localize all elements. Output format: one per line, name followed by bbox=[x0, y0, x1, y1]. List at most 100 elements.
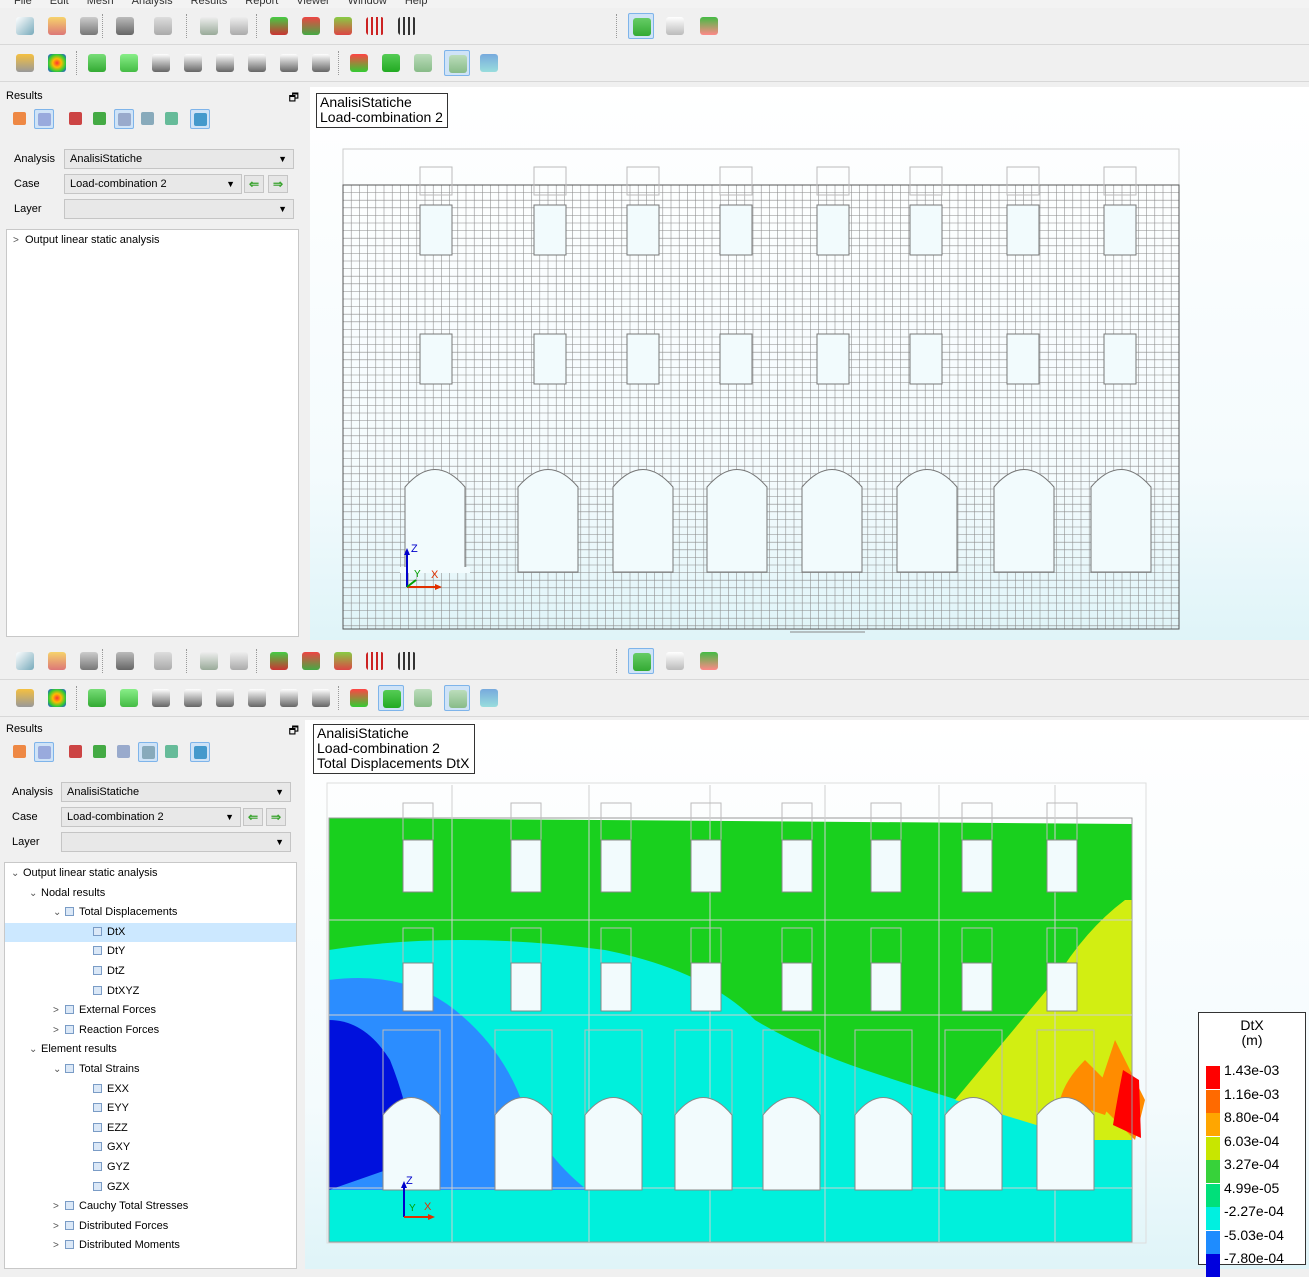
tree-item[interactable]: GXY bbox=[5, 1138, 296, 1157]
filter-button[interactable] bbox=[34, 742, 54, 762]
grid-button[interactable] bbox=[162, 109, 182, 129]
box-5-button[interactable] bbox=[276, 685, 302, 711]
tree-item[interactable]: DtX bbox=[5, 922, 296, 942]
mesh-solid-button[interactable] bbox=[266, 13, 292, 39]
add-page-button[interactable] bbox=[196, 648, 222, 674]
view-front-button[interactable] bbox=[84, 50, 110, 76]
tree-item[interactable]: GYZ bbox=[5, 1158, 296, 1177]
tree-item[interactable]: > Cauchy Total Stresses bbox=[5, 1197, 296, 1216]
chevron-right-icon[interactable]: > bbox=[53, 1197, 65, 1216]
tree-item[interactable]: EZZ bbox=[5, 1119, 296, 1138]
redo-button[interactable] bbox=[150, 648, 176, 674]
deformed-button[interactable] bbox=[66, 109, 86, 129]
plane-2-button[interactable] bbox=[444, 50, 470, 76]
box-1-button[interactable] bbox=[148, 685, 174, 711]
next-case-button[interactable]: ⇒ bbox=[266, 808, 286, 826]
tree-item[interactable]: EXX bbox=[5, 1080, 296, 1099]
layer-select[interactable]: ▼ bbox=[61, 832, 291, 852]
menu-viewer[interactable]: Viewer bbox=[296, 0, 329, 7]
copy-page-button[interactable] bbox=[226, 13, 252, 39]
box-5-button[interactable] bbox=[276, 50, 302, 76]
menu-file[interactable]: File bbox=[14, 0, 32, 7]
chevron-right-icon[interactable]: > bbox=[53, 1001, 65, 1020]
save-button[interactable] bbox=[76, 648, 102, 674]
save-button[interactable] bbox=[76, 13, 102, 39]
outline-button[interactable] bbox=[138, 109, 158, 129]
menu-edit[interactable]: Edit bbox=[50, 0, 69, 7]
menu-analysis[interactable]: Analysis bbox=[132, 0, 173, 7]
select-polygon-button[interactable] bbox=[662, 648, 688, 674]
deformed-button[interactable] bbox=[66, 742, 86, 762]
mesh-color-button[interactable] bbox=[330, 13, 356, 39]
tree-item[interactable]: ⌄ Total Strains bbox=[5, 1060, 296, 1079]
new-file-button[interactable] bbox=[12, 648, 38, 674]
view-front-button[interactable] bbox=[84, 685, 110, 711]
tree-item[interactable]: ⌄ Nodal results bbox=[5, 884, 296, 903]
next-case-button[interactable]: ⇒ bbox=[268, 175, 288, 193]
chevron-down-icon[interactable]: ⌄ bbox=[29, 884, 41, 903]
mesh-color-button[interactable] bbox=[330, 648, 356, 674]
tree-item[interactable]: ⌄ Element results bbox=[5, 1040, 296, 1059]
mesh-grid-button[interactable] bbox=[298, 648, 324, 674]
box-2-button[interactable] bbox=[180, 685, 206, 711]
menu-report[interactable]: Report bbox=[245, 0, 278, 7]
select-box-button[interactable] bbox=[628, 13, 654, 39]
undo-button[interactable] bbox=[112, 648, 138, 674]
box-6-button[interactable] bbox=[308, 685, 334, 711]
solid-button[interactable] bbox=[90, 742, 110, 762]
mesh-button[interactable] bbox=[114, 109, 134, 129]
filter-button[interactable] bbox=[34, 109, 54, 129]
box-2-button[interactable] bbox=[180, 50, 206, 76]
solid-view-button[interactable] bbox=[378, 50, 404, 76]
tree-item[interactable]: ⌄ Output linear static analysis bbox=[5, 864, 296, 883]
prev-case-button[interactable]: ⇐ bbox=[244, 175, 264, 193]
analysis-select[interactable]: AnalisiStatiche ▼ bbox=[64, 149, 294, 169]
float-panel-icon[interactable]: 🗗 bbox=[289, 89, 299, 108]
chevron-down-icon[interactable]: ⌄ bbox=[53, 903, 65, 922]
wireframe-button[interactable] bbox=[12, 50, 38, 76]
box-4-button[interactable] bbox=[244, 685, 270, 711]
color-map-button[interactable] bbox=[10, 109, 30, 129]
box-1-button[interactable] bbox=[148, 50, 174, 76]
tree-item[interactable]: > Output linear static analysis bbox=[7, 231, 298, 250]
tree-item[interactable]: > Reaction Forces bbox=[5, 1021, 296, 1040]
undo-button[interactable] bbox=[112, 13, 138, 39]
case-select[interactable]: Load-combination 2 ▼ bbox=[64, 174, 242, 194]
mesh-button[interactable] bbox=[114, 742, 134, 762]
tree-item[interactable]: > Distributed Moments bbox=[5, 1236, 296, 1255]
prev-case-button[interactable]: ⇐ bbox=[243, 808, 263, 826]
tree-item[interactable]: EYY bbox=[5, 1099, 296, 1118]
add-page-button[interactable] bbox=[196, 13, 222, 39]
plane-button[interactable] bbox=[410, 685, 436, 711]
ruler-button[interactable] bbox=[476, 685, 502, 711]
tree-item[interactable]: DtXYZ bbox=[5, 982, 296, 1001]
chevron-down-icon[interactable]: ⌄ bbox=[11, 864, 23, 883]
menu-mesh[interactable]: Mesh bbox=[87, 0, 114, 7]
mesh-solid-button[interactable] bbox=[266, 648, 292, 674]
new-file-button[interactable] bbox=[12, 13, 38, 39]
copy-page-button[interactable] bbox=[226, 648, 252, 674]
grid-lines-button[interactable] bbox=[394, 648, 420, 674]
solid-button[interactable] bbox=[90, 109, 110, 129]
tree-item[interactable]: > External Forces bbox=[5, 1001, 296, 1020]
tree-item[interactable]: ⌄ Total Displacements bbox=[5, 903, 296, 922]
chevron-down-icon[interactable]: ⌄ bbox=[29, 1040, 41, 1059]
menu-help[interactable]: Help bbox=[405, 0, 428, 7]
mesh-grid-button[interactable] bbox=[298, 13, 324, 39]
outline-button[interactable] bbox=[138, 742, 158, 762]
fit-view-button[interactable] bbox=[346, 50, 372, 76]
fit-view-button[interactable] bbox=[346, 685, 372, 711]
import-button[interactable] bbox=[44, 13, 70, 39]
grid-button[interactable] bbox=[362, 648, 388, 674]
frame-button[interactable] bbox=[190, 109, 210, 129]
case-select[interactable]: Load-combination 2 ▼ bbox=[61, 807, 241, 827]
box-3-button[interactable] bbox=[212, 685, 238, 711]
plane-2-button[interactable] bbox=[444, 685, 470, 711]
contour-button[interactable] bbox=[44, 50, 70, 76]
contour-button[interactable] bbox=[44, 685, 70, 711]
redo-button[interactable] bbox=[150, 13, 176, 39]
chevron-down-icon[interactable]: ⌄ bbox=[53, 1060, 65, 1079]
analysis-select[interactable]: AnalisiStatiche ▼ bbox=[61, 782, 291, 802]
color-map-button[interactable] bbox=[10, 742, 30, 762]
select-cell-button[interactable] bbox=[696, 13, 722, 39]
